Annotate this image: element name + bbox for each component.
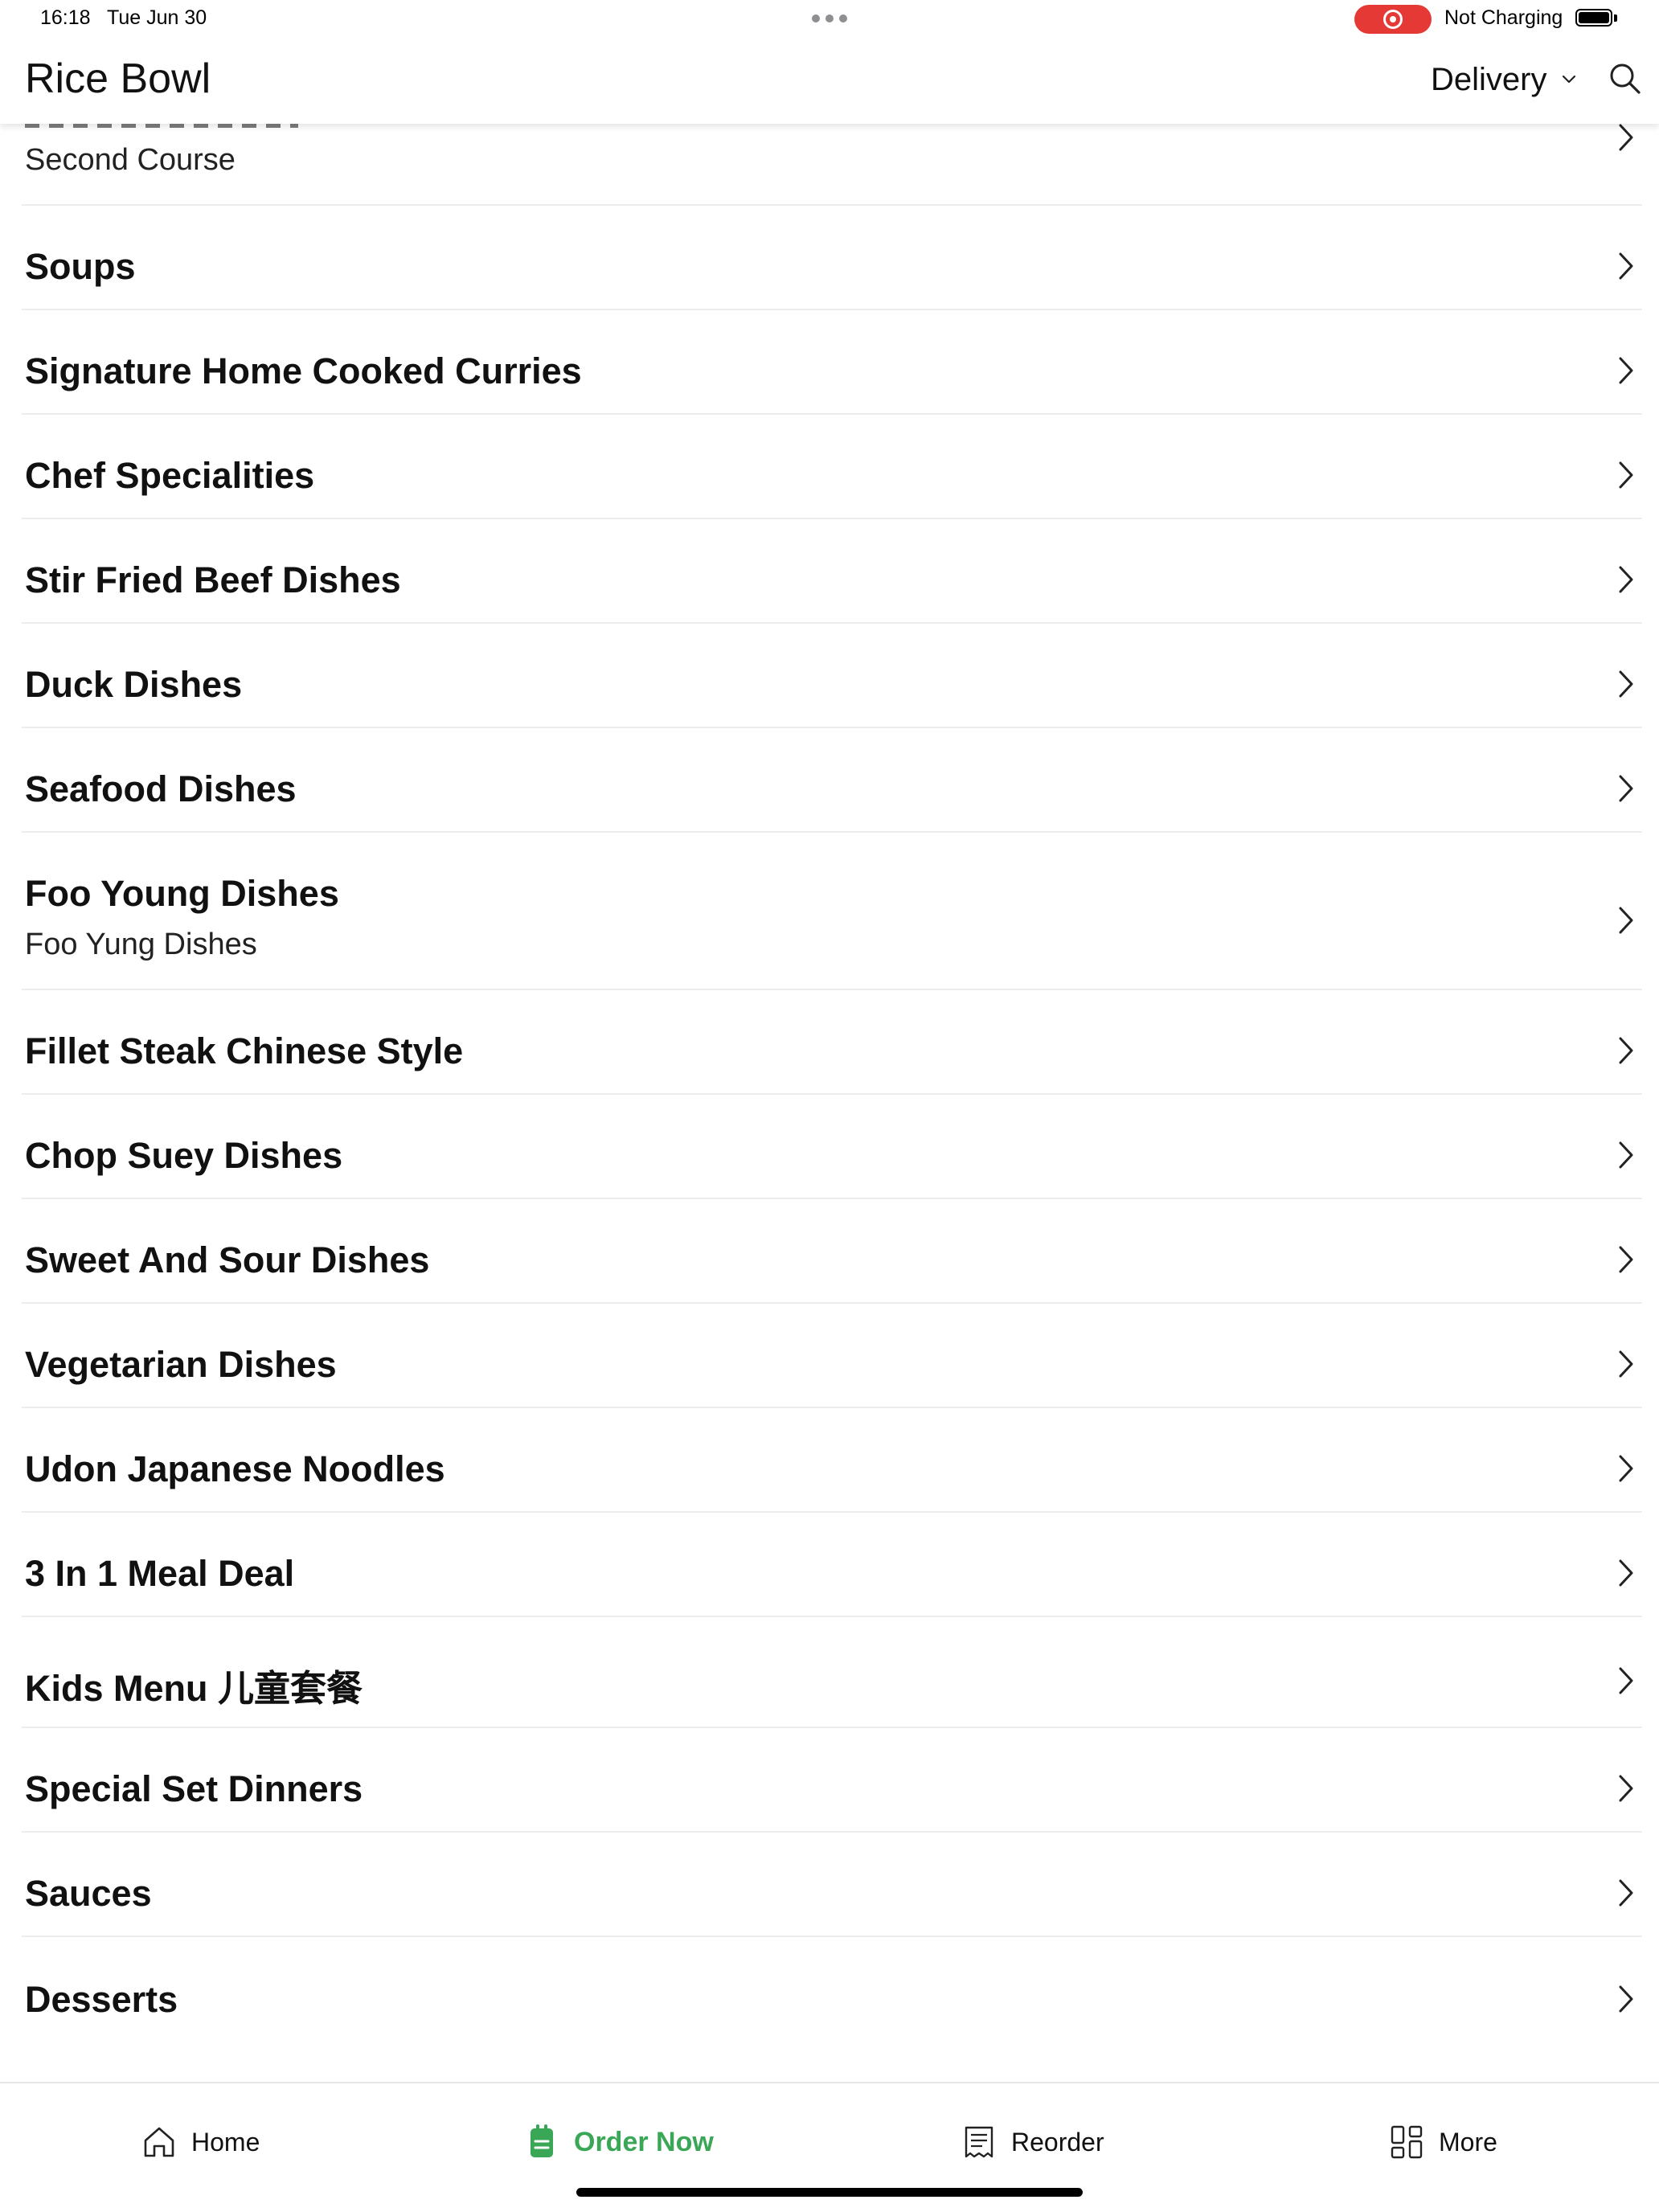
category-title: Duck Dishes — [25, 664, 243, 705]
chevron-down-icon — [1563, 75, 1576, 84]
screen-recording-icon[interactable] — [1354, 5, 1432, 34]
category-subtitle: Second Course — [25, 143, 236, 177]
chevron-right-icon — [1619, 566, 1633, 593]
receipt-icon — [965, 2126, 993, 2158]
category-title: Vegetarian Dishes — [25, 1344, 337, 1385]
delivery-mode-label: Delivery — [1431, 61, 1547, 97]
category-row[interactable]: Seafood Dishes — [0, 728, 1659, 833]
chevron-right-icon — [1619, 124, 1633, 151]
category-row[interactable]: Signature Home Cooked Curries — [0, 310, 1659, 415]
category-title: Chef Specialities — [25, 455, 315, 496]
tab-more[interactable]: More — [1389, 2122, 1497, 2162]
home-icon — [144, 2127, 174, 2157]
category-title: Signature Home Cooked Curries — [25, 350, 582, 391]
chevron-right-icon — [1619, 357, 1633, 384]
battery-tip — [1614, 14, 1617, 22]
category-title: Sauces — [25, 1873, 152, 1914]
category-row[interactable]: Sweet And Sour Dishes — [0, 1199, 1659, 1304]
tab-home[interactable]: Home — [141, 2122, 260, 2162]
chevron-right-icon — [1619, 775, 1633, 802]
category-title: Sweet And Sour Dishes — [25, 1239, 430, 1280]
category-title: Udon Japanese Noodles — [25, 1448, 445, 1489]
category-row-second-course[interactable]: Second Course — [0, 113, 1659, 206]
chevron-right-icon — [1619, 670, 1633, 698]
category-row[interactable]: Duck Dishes — [0, 624, 1659, 728]
delivery-mode-dropdown[interactable]: Delivery — [1431, 59, 1579, 100]
tab-order-now-label: Order Now — [574, 2126, 714, 2157]
category-title: Seafood Dishes — [25, 768, 297, 809]
category-title: Desserts — [25, 1979, 178, 2020]
category-title: Fillet Steak Chinese Style — [25, 1030, 464, 1071]
status-time: 16:18 — [40, 6, 91, 29]
chevron-right-icon — [1619, 907, 1633, 934]
grid-icon — [1391, 2125, 1423, 2159]
category-row[interactable]: Desserts — [0, 1937, 1659, 2042]
category-title: Stir Fried Beef Dishes — [25, 559, 401, 600]
chevron-right-icon — [1619, 1667, 1633, 1694]
tab-reorder-label: Reorder — [1011, 2127, 1104, 2157]
category-row[interactable]: Vegetarian Dishes — [0, 1304, 1659, 1408]
chevron-right-icon — [1619, 1246, 1633, 1273]
search-icon[interactable] — [1606, 59, 1645, 98]
chevron-right-icon — [1619, 1037, 1633, 1064]
app-header: Rice Bowl Delivery — [0, 37, 1659, 124]
chevron-right-icon — [1619, 1141, 1633, 1169]
category-row[interactable]: Chop Suey Dishes — [0, 1095, 1659, 1199]
chevron-right-icon — [1619, 1559, 1633, 1587]
category-row[interactable]: 3 In 1 Meal Deal — [0, 1513, 1659, 1617]
app-screen: Second Course Soups Signature Home Cooke… — [0, 0, 1659, 2212]
order-note-icon — [530, 2124, 553, 2157]
status-date: Tue Jun 30 — [107, 6, 207, 29]
tab-more-label: More — [1439, 2127, 1497, 2157]
cut-off-title — [25, 124, 298, 128]
tab-home-label: Home — [191, 2127, 260, 2157]
category-row[interactable]: Special Set Dinners — [0, 1728, 1659, 1833]
chevron-right-icon — [1619, 1775, 1633, 1802]
chevron-right-icon — [1619, 252, 1633, 280]
category-row[interactable]: Chef Specialities — [0, 415, 1659, 519]
category-title: Foo Young Dishes — [25, 873, 339, 914]
charging-status: Not Charging — [1444, 6, 1563, 29]
chevron-right-icon — [1619, 1350, 1633, 1378]
chevron-right-icon — [1619, 461, 1633, 489]
category-row[interactable]: Fillet Steak Chinese Style — [0, 990, 1659, 1095]
category-title: 3 In 1 Meal Deal — [25, 1553, 295, 1594]
category-title: Soups — [25, 246, 136, 287]
category-row[interactable]: Stir Fried Beef Dishes — [0, 519, 1659, 624]
chevron-right-icon — [1619, 1879, 1633, 1907]
category-title: Special Set Dinners — [25, 1768, 363, 1809]
category-row[interactable]: Kids Menu 儿童套餐 — [0, 1617, 1659, 1728]
category-subtitle: Foo Yung Dishes — [25, 928, 257, 961]
battery-icon — [1575, 9, 1612, 27]
category-title: Kids Menu 儿童套餐 — [25, 1668, 363, 1709]
tab-reorder[interactable]: Reorder — [961, 2122, 1104, 2162]
page-title: Rice Bowl — [25, 55, 211, 102]
category-row[interactable]: Udon Japanese Noodles — [0, 1408, 1659, 1513]
chevron-right-icon — [1619, 1455, 1633, 1482]
tab-order-now[interactable]: Order Now — [524, 2122, 714, 2162]
category-row[interactable]: Soups — [0, 206, 1659, 310]
multitasking-dots-icon[interactable] — [812, 14, 847, 23]
home-indicator[interactable] — [576, 2188, 1083, 2197]
status-bar: 16:18 Tue Jun 30 Not Charging — [0, 0, 1659, 37]
category-row[interactable]: Foo Young Dishes Foo Yung Dishes — [0, 833, 1659, 990]
category-title: Chop Suey Dishes — [25, 1135, 343, 1176]
category-row[interactable]: Sauces — [0, 1833, 1659, 1937]
chevron-right-icon — [1619, 1985, 1633, 2013]
